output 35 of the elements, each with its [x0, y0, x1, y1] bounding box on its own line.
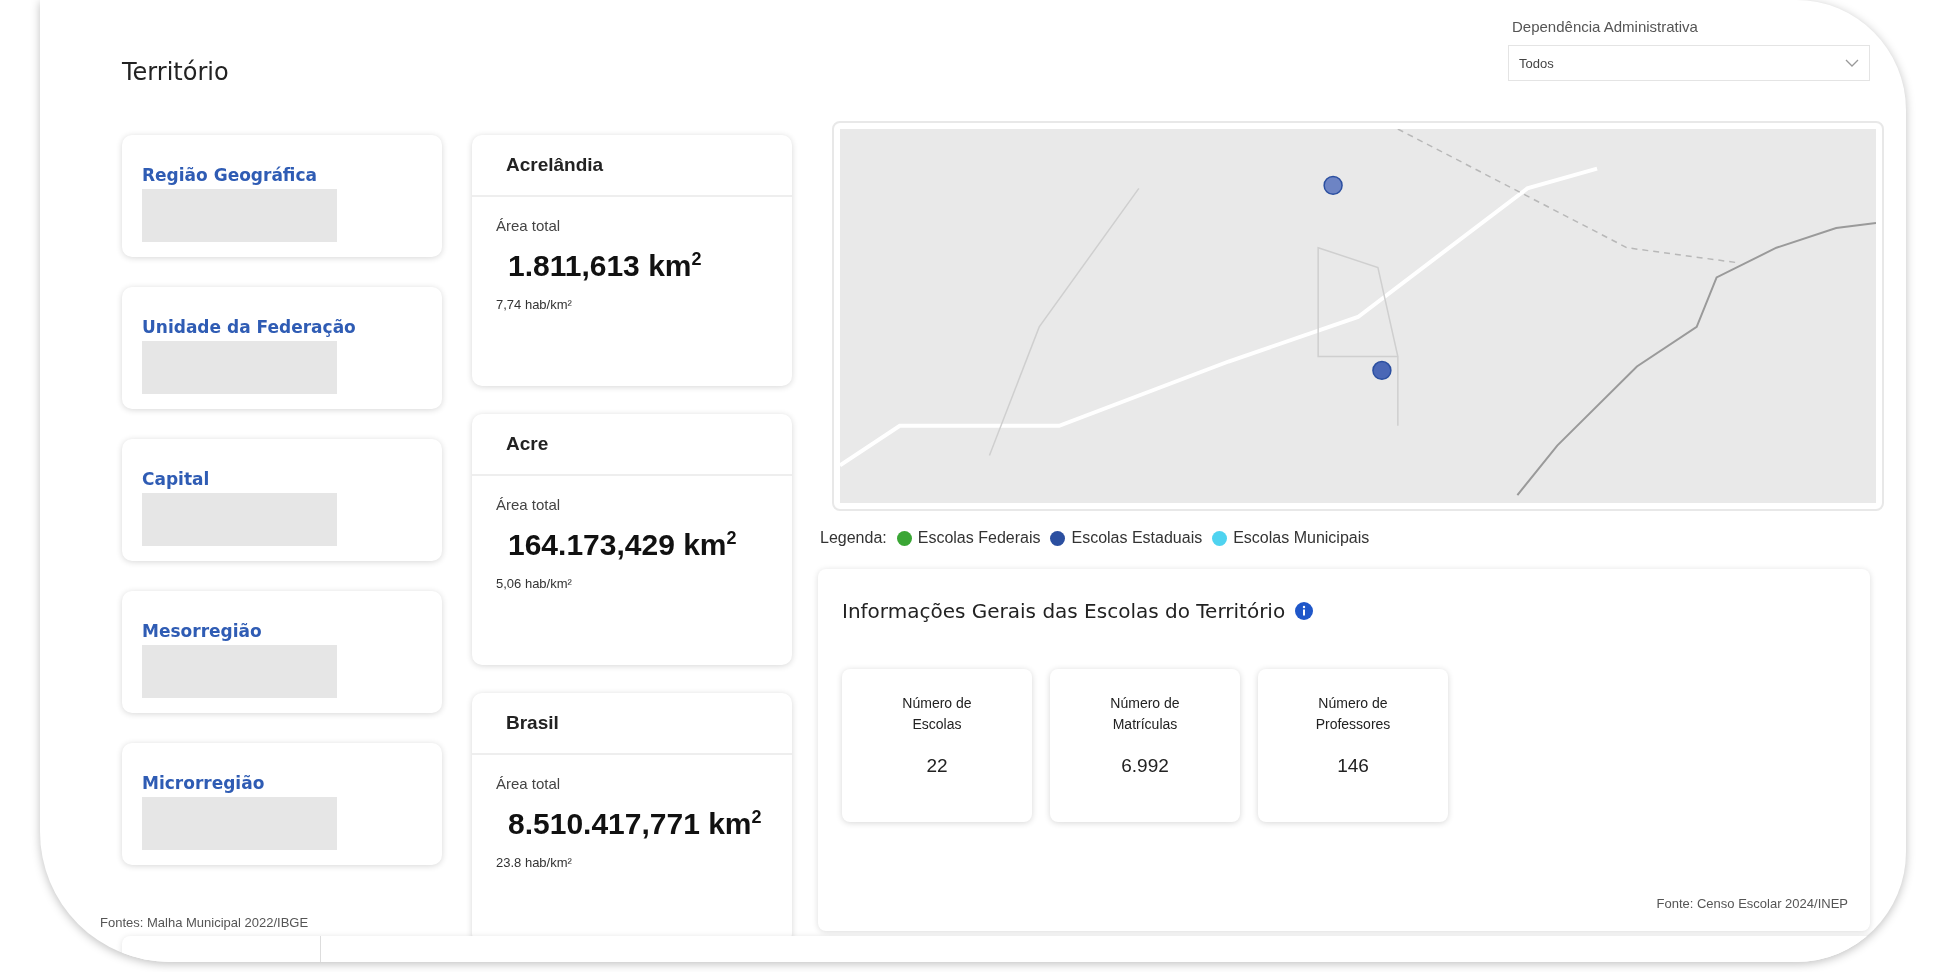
stat-label: Número de Matrículas: [1109, 694, 1181, 734]
source-note: Fontes: Malha Municipal 2022/IBGE: [100, 915, 309, 930]
area-value: 8.510.417,771 km$^{2}$: [508, 807, 762, 841]
page-title: Território: [122, 58, 229, 86]
dropdown[interactable]: Todos: [1508, 45, 1870, 81]
area-label: Área total: [496, 217, 561, 234]
territory-label: Região Geográfica: [142, 165, 318, 185]
density-value: 23.8 hab/km²: [496, 855, 572, 870]
chevron-down-icon: [1845, 59, 1859, 67]
territory-label: Microrregião: [142, 773, 265, 793]
stat-label: Número de Escolas: [901, 694, 973, 734]
density-value: 5,06 hab/km²: [496, 576, 572, 591]
filter-label: Dependência Administrativa: [1512, 18, 1698, 35]
legend-item: Escolas Federais: [917, 529, 1041, 547]
territory-label: Unidade da Federação: [142, 317, 356, 337]
territory-label: Capital: [142, 469, 210, 489]
stat-value: 146: [1337, 755, 1369, 777]
density-value: 7,74 hab/km²: [496, 297, 572, 312]
area-card-title: Brasil: [506, 712, 559, 734]
area-value: 164.173,429 km$^{2}$: [508, 528, 737, 562]
info-icon[interactable]: [1295, 602, 1314, 620]
territory-label: Mesorregião: [142, 621, 262, 641]
area-card-title: Acrelândia: [506, 154, 604, 176]
legend-item: Escolas Estaduais: [1071, 529, 1203, 547]
area-label: Área total: [496, 775, 561, 792]
stat-label: Número de Professores: [1314, 694, 1392, 734]
area-value: 1.811,613 km$^{2}$: [508, 249, 702, 283]
stat-value: 22: [926, 755, 948, 777]
legend-label: Legenda:: [820, 529, 887, 547]
area-card-title: Acre: [506, 433, 549, 455]
legend-item: Escolas Municipais: [1233, 529, 1370, 547]
area-label: Área total: [496, 496, 561, 513]
source-note: Fonte: Censo Escolar 2024/INEP: [1656, 896, 1848, 911]
panel-title: Informações Gerais das Escolas do Território: [842, 599, 1286, 623]
stat-value: 6.992: [1121, 755, 1169, 777]
